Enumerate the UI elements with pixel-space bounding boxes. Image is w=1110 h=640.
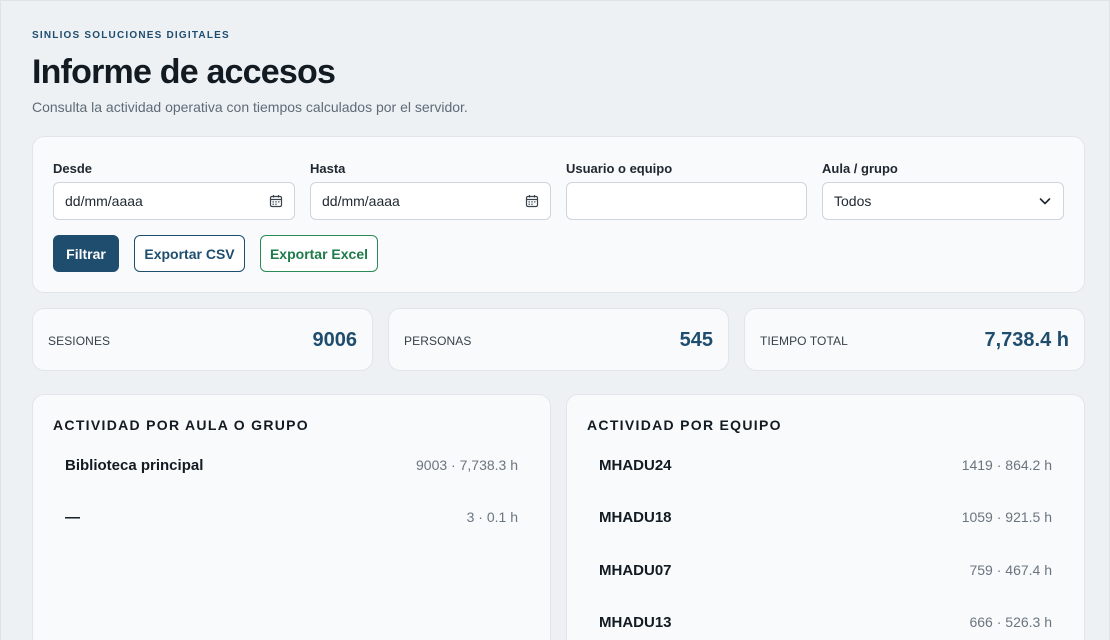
list-item: MHADU24 1419 · 864.2 h — [599, 453, 1052, 477]
row-name: — — [65, 508, 80, 526]
stat-label: PERSONAS — [404, 334, 472, 348]
row-value: 1059 · 921.5 h — [961, 509, 1052, 525]
stat-label: SESIONES — [48, 334, 111, 348]
page: SINLIOS SOLUCIONES DIGITALES Informe de … — [0, 0, 1110, 640]
equipo-activity-panel: ACTIVIDAD POR EQUIPO MHADU24 1419 · 864.… — [566, 394, 1085, 640]
row-value: 3 · 0.1 h — [466, 509, 518, 525]
row-value: 1419 · 864.2 h — [961, 457, 1052, 473]
stat-card-personas: PERSONAS 545 — [388, 308, 729, 371]
export-csv-button[interactable]: Exportar CSV — [134, 235, 245, 272]
usuario-input[interactable] — [578, 193, 795, 209]
row-value: 666 · 526.3 h — [969, 614, 1052, 630]
aula-activity-panel: ACTIVIDAD POR AULA O GRUPO Biblioteca pr… — [32, 394, 551, 640]
hasta-date-input[interactable]: dd/mm/aaaa — [310, 182, 551, 220]
aula-select[interactable]: Todos — [822, 182, 1064, 220]
list-item: MHADU18 1059 · 921.5 h — [599, 505, 1052, 529]
desde-date-input[interactable]: dd/mm/aaaa — [53, 182, 295, 220]
stat-value: 545 — [679, 329, 713, 351]
list-item: Biblioteca principal 9003 · 7,738.3 h — [65, 453, 518, 477]
calendar-icon[interactable] — [525, 194, 539, 208]
row-name: MHADU07 — [599, 561, 672, 579]
filters-card: Desde dd/mm/aaaa Hasta dd/mm/aaaa Usuari… — [32, 136, 1085, 293]
row-name: Biblioteca principal — [65, 456, 204, 474]
calendar-icon[interactable] — [269, 194, 283, 208]
row-name: MHADU18 — [599, 508, 672, 526]
aula-label: Aula / grupo — [822, 161, 898, 176]
stat-value: 9006 — [312, 329, 358, 351]
stat-card-sesiones: SESIONES 9006 — [32, 308, 373, 371]
aula-selected-value: Todos — [834, 193, 872, 209]
usuario-field[interactable] — [566, 182, 807, 220]
panel-title: ACTIVIDAD POR EQUIPO — [587, 417, 782, 433]
list-item: — 3 · 0.1 h — [65, 505, 518, 529]
row-name: MHADU24 — [599, 456, 672, 474]
hasta-placeholder: dd/mm/aaaa — [322, 193, 400, 209]
brand-label: SINLIOS SOLUCIONES DIGITALES — [32, 30, 230, 41]
row-value: 9003 · 7,738.3 h — [416, 457, 518, 473]
stat-card-tiempo-total: TIEMPO TOTAL 7,738.4 h — [744, 308, 1085, 371]
page-title: Informe de accesos — [32, 53, 336, 91]
list-item: MHADU07 759 · 467.4 h — [599, 558, 1052, 582]
chevron-down-icon — [1039, 198, 1051, 205]
row-name: MHADU13 — [599, 613, 672, 631]
stat-value: 7,738.4 h — [984, 329, 1069, 351]
hasta-label: Hasta — [310, 161, 346, 176]
desde-placeholder: dd/mm/aaaa — [65, 193, 143, 209]
usuario-label: Usuario o equipo — [566, 161, 673, 176]
filter-button[interactable]: Filtrar — [53, 235, 119, 272]
panel-title: ACTIVIDAD POR AULA O GRUPO — [53, 417, 309, 433]
list-item: MHADU13 666 · 526.3 h — [599, 610, 1052, 634]
row-value: 759 · 467.4 h — [969, 562, 1052, 578]
stat-label: TIEMPO TOTAL — [760, 334, 848, 348]
desde-label: Desde — [53, 161, 93, 176]
page-subtitle: Consulta la actividad operativa con tiem… — [32, 99, 468, 115]
export-excel-button[interactable]: Exportar Excel — [260, 235, 378, 272]
